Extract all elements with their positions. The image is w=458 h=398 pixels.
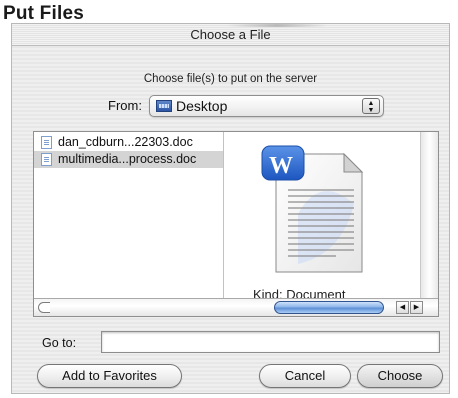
popup-stepper-icon: ▲ ▼ [362, 98, 380, 114]
choose-file-dialog: Choose a File Choose file(s) to put on t… [11, 23, 450, 394]
dialog-prompt: Choose file(s) to put on the server [143, 73, 318, 85]
word-document-icon: W [261, 145, 364, 273]
from-label: From: [108, 98, 142, 113]
goto-input[interactable] [101, 331, 440, 353]
from-location-value: Desktop [176, 98, 228, 114]
scroll-right-arrow-icon[interactable]: ▶ [410, 301, 423, 314]
file-list-item[interactable]: dan_cdburn...22303.doc [34, 134, 223, 151]
preview-pane: W Kind: Document [225, 132, 421, 299]
vertical-scrollbar[interactable] [420, 132, 438, 299]
doc-icon [41, 136, 52, 149]
page-title: Put Files [3, 3, 84, 24]
file-name: multimedia...process.doc [58, 152, 197, 166]
add-to-favorites-button[interactable]: Add to Favorites [37, 364, 182, 388]
doc-icon [41, 153, 52, 166]
desktop-disk-icon [156, 100, 172, 112]
dialog-title: Choose a File [190, 27, 271, 42]
dialog-titlebar[interactable]: Choose a File [12, 24, 449, 46]
file-list-item-selected[interactable]: multimedia...process.doc [34, 151, 223, 168]
file-name: dan_cdburn...22303.doc [58, 135, 193, 149]
horizontal-scrollbar[interactable]: ◀ ▶ [34, 298, 438, 316]
scroll-left-arrow-icon[interactable]: ◀ [396, 301, 409, 314]
scroll-track-end [38, 302, 50, 313]
titlebar-shadow [227, 24, 327, 27]
goto-label: Go to: [42, 336, 77, 350]
choose-button[interactable]: Choose [357, 364, 443, 388]
scroll-thumb[interactable] [274, 301, 384, 314]
file-browser: dan_cdburn...22303.doc multimedia...proc… [33, 131, 439, 317]
cancel-button[interactable]: Cancel [259, 364, 351, 388]
from-location-popup[interactable]: Desktop ▲ ▼ [149, 95, 384, 117]
svg-text:W: W [269, 153, 293, 179]
file-list-column: dan_cdburn...22303.doc multimedia...proc… [34, 132, 224, 299]
